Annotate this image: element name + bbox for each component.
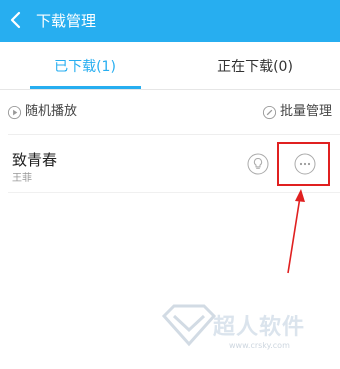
shuffle-play-button[interactable]: 随机播放 (7, 100, 77, 124)
annotation-arrow (287, 189, 305, 274)
chevron-left-icon[interactable] (4, 8, 28, 32)
song-title: 致青春 (12, 151, 58, 169)
action-bar: 随机播放 批量管理 (0, 90, 340, 134)
watermark-url: www.crsky.com (229, 341, 290, 350)
page-title: 下载管理 (36, 12, 97, 30)
song-artist: 王菲 (12, 173, 32, 184)
watermark-text: 超人软件 (213, 315, 306, 340)
shuffle-play-label: 随机播放 (25, 104, 78, 119)
tab-downloading[interactable]: 正在下载(0) (170, 42, 340, 90)
app-header: 下载管理 (0, 0, 340, 42)
play-circle-icon (7, 105, 22, 119)
annotation-highlight-box (277, 142, 330, 186)
tab-downloaded[interactable]: 已下载(1) (0, 42, 170, 90)
batch-manage-button[interactable]: 批量管理 (262, 100, 332, 124)
tab-bar: 已下载(1) 正在下载(0) (0, 42, 340, 90)
batch-manage-label: 批量管理 (279, 104, 332, 119)
edit-circle-icon (262, 105, 277, 119)
lightbulb-icon[interactable] (247, 153, 269, 175)
